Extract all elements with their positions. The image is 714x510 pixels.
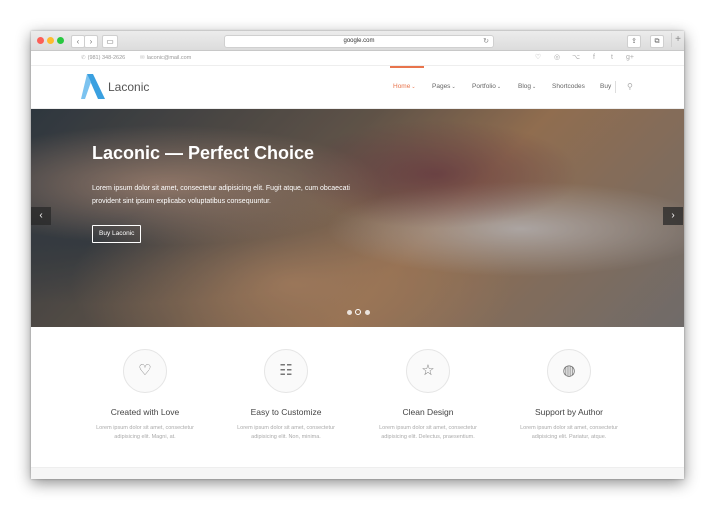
feature-text: Lorem ipsum dolor sit amet, consectetur … <box>96 425 194 440</box>
email-icon: ✉ <box>140 55 145 61</box>
feature-created-with-love: ♡ Created with Love Lorem ipsum dolor si… <box>85 349 205 442</box>
feature-title: Support by Author <box>534 407 604 417</box>
close-window-button[interactable] <box>37 37 44 44</box>
feature-title: Easy to Customize <box>250 407 322 417</box>
feature-support-by-author: ◍ Support by Author Lorem ipsum dolor si… <box>509 349 629 442</box>
contact-bar: ✆ (981) 348-2626 ✉ laconic@mail.com ♡ ◎ ⌥ … <box>31 51 684 66</box>
reload-icon[interactable]: ↻ <box>483 36 489 47</box>
menu-item-shortcodes[interactable]: Shortcodes <box>552 83 585 90</box>
hero-slider: Laconic — Perfect Choice Lorem ipsum dol… <box>31 109 684 327</box>
menu-label: Home <box>393 83 411 90</box>
browser-toolbar: ‹ › ▭ google.com ↻ ⇪ ⧉ + <box>31 31 684 51</box>
email-address: laconic@mail.com <box>146 55 192 61</box>
menu-label: Blog <box>518 83 532 90</box>
facebook-icon[interactable]: f <box>589 53 599 63</box>
hero-description: Lorem ipsum dolor sit amet, consectetur … <box>92 185 350 205</box>
feature-easy-to-customize: ☷ Easy to Customize Lorem ipsum dolor si… <box>226 349 346 442</box>
chevron-right-icon: › <box>671 210 675 221</box>
slider-dot-1[interactable] <box>347 310 352 315</box>
new-tab-button[interactable]: + <box>671 33 684 47</box>
forward-button[interactable]: › <box>84 35 98 48</box>
buy-laconic-button[interactable]: Buy Laconic <box>92 225 142 243</box>
twitter-icon[interactable]: t <box>607 53 617 63</box>
url-text: google.com <box>343 38 375 44</box>
menu-item-pages[interactable]: Pages⌄ <box>432 83 456 90</box>
sliders-icon: ☷ <box>264 349 308 393</box>
logo-text[interactable]: Laconic <box>108 80 149 94</box>
chevron-down-icon: ⌄ <box>451 84 456 90</box>
chevron-left-icon: ‹ <box>39 210 43 221</box>
email-contact[interactable]: ✉ laconic@mail.com <box>140 55 191 61</box>
menu-item-home[interactable]: Home⌄ <box>393 83 416 90</box>
share-button[interactable]: ⇪ <box>627 35 641 48</box>
slider-next-button[interactable]: › <box>663 207 683 225</box>
feature-title: Created with Love <box>110 407 180 417</box>
feature-text: Lorem ipsum dolor sit amet, consectetur … <box>379 425 477 440</box>
star-icon: ☆ <box>406 349 450 393</box>
phone-icon: ✆ <box>81 55 86 61</box>
address-bar[interactable]: google.com ↻ <box>224 35 494 48</box>
sidebar-toggle-button[interactable]: ▭ <box>102 35 118 48</box>
menu-label: Buy <box>600 83 612 90</box>
browser-window: ‹ › ▭ google.com ↻ ⇪ ⧉ + ✆ (981) 348-2626… <box>31 31 684 479</box>
feature-title: Clean Design <box>402 407 454 417</box>
chevron-down-icon: ⌄ <box>532 84 537 90</box>
phone-contact: ✆ (981) 348-2626 <box>81 55 125 61</box>
github-icon[interactable]: ⌥ <box>571 53 581 63</box>
search-icon[interactable]: ⚲ <box>627 82 633 91</box>
slider-dot-3[interactable] <box>365 310 370 315</box>
menu-item-portfolio[interactable]: Portfolio⌄ <box>472 83 501 90</box>
menu-item-buy[interactable]: Buy <box>600 83 611 90</box>
feature-text: Lorem ipsum dolor sit amet, consectetur … <box>237 425 335 440</box>
next-section-edge <box>31 467 684 479</box>
menu-item-blog[interactable]: Blog⌄ <box>518 83 536 90</box>
instagram-icon[interactable]: ◎ <box>552 53 562 63</box>
back-button[interactable]: ‹ <box>71 35 85 48</box>
vimeo-icon[interactable]: ♡ <box>533 53 543 63</box>
chevron-down-icon: ⌄ <box>411 84 416 90</box>
logo-icon[interactable] <box>81 74 105 99</box>
google-plus-icon[interactable]: g+ <box>625 53 635 63</box>
feature-text: Lorem ipsum dolor sit amet, consectetur … <box>520 425 618 440</box>
hero-image-overlay <box>31 109 684 327</box>
menu-label: Pages <box>432 83 451 90</box>
show-tabs-button[interactable]: ⧉ <box>650 35 664 48</box>
feature-clean-design: ☆ Clean Design Lorem ipsum dolor sit ame… <box>368 349 488 442</box>
hero-title: Laconic — Perfect Choice <box>92 143 315 163</box>
minimize-window-button[interactable] <box>47 37 54 44</box>
chevron-down-icon: ⌄ <box>496 84 502 90</box>
globe-icon: ◍ <box>547 349 591 393</box>
menu-label: Portfolio <box>472 83 496 90</box>
active-menu-indicator <box>390 66 424 68</box>
phone-number: (981) 348-2626 <box>87 55 126 61</box>
menu-label: Shortcodes <box>552 83 585 90</box>
slider-prev-button[interactable]: ‹ <box>31 207 51 225</box>
menu-divider <box>615 81 616 93</box>
site-header: Laconic Home⌄ Pages⌄ Portfolio⌄ Blog⌄ Sh… <box>31 66 684 109</box>
maximize-window-button[interactable] <box>57 37 64 44</box>
slider-dot-2[interactable] <box>355 309 361 315</box>
heart-icon: ♡ <box>123 349 167 393</box>
